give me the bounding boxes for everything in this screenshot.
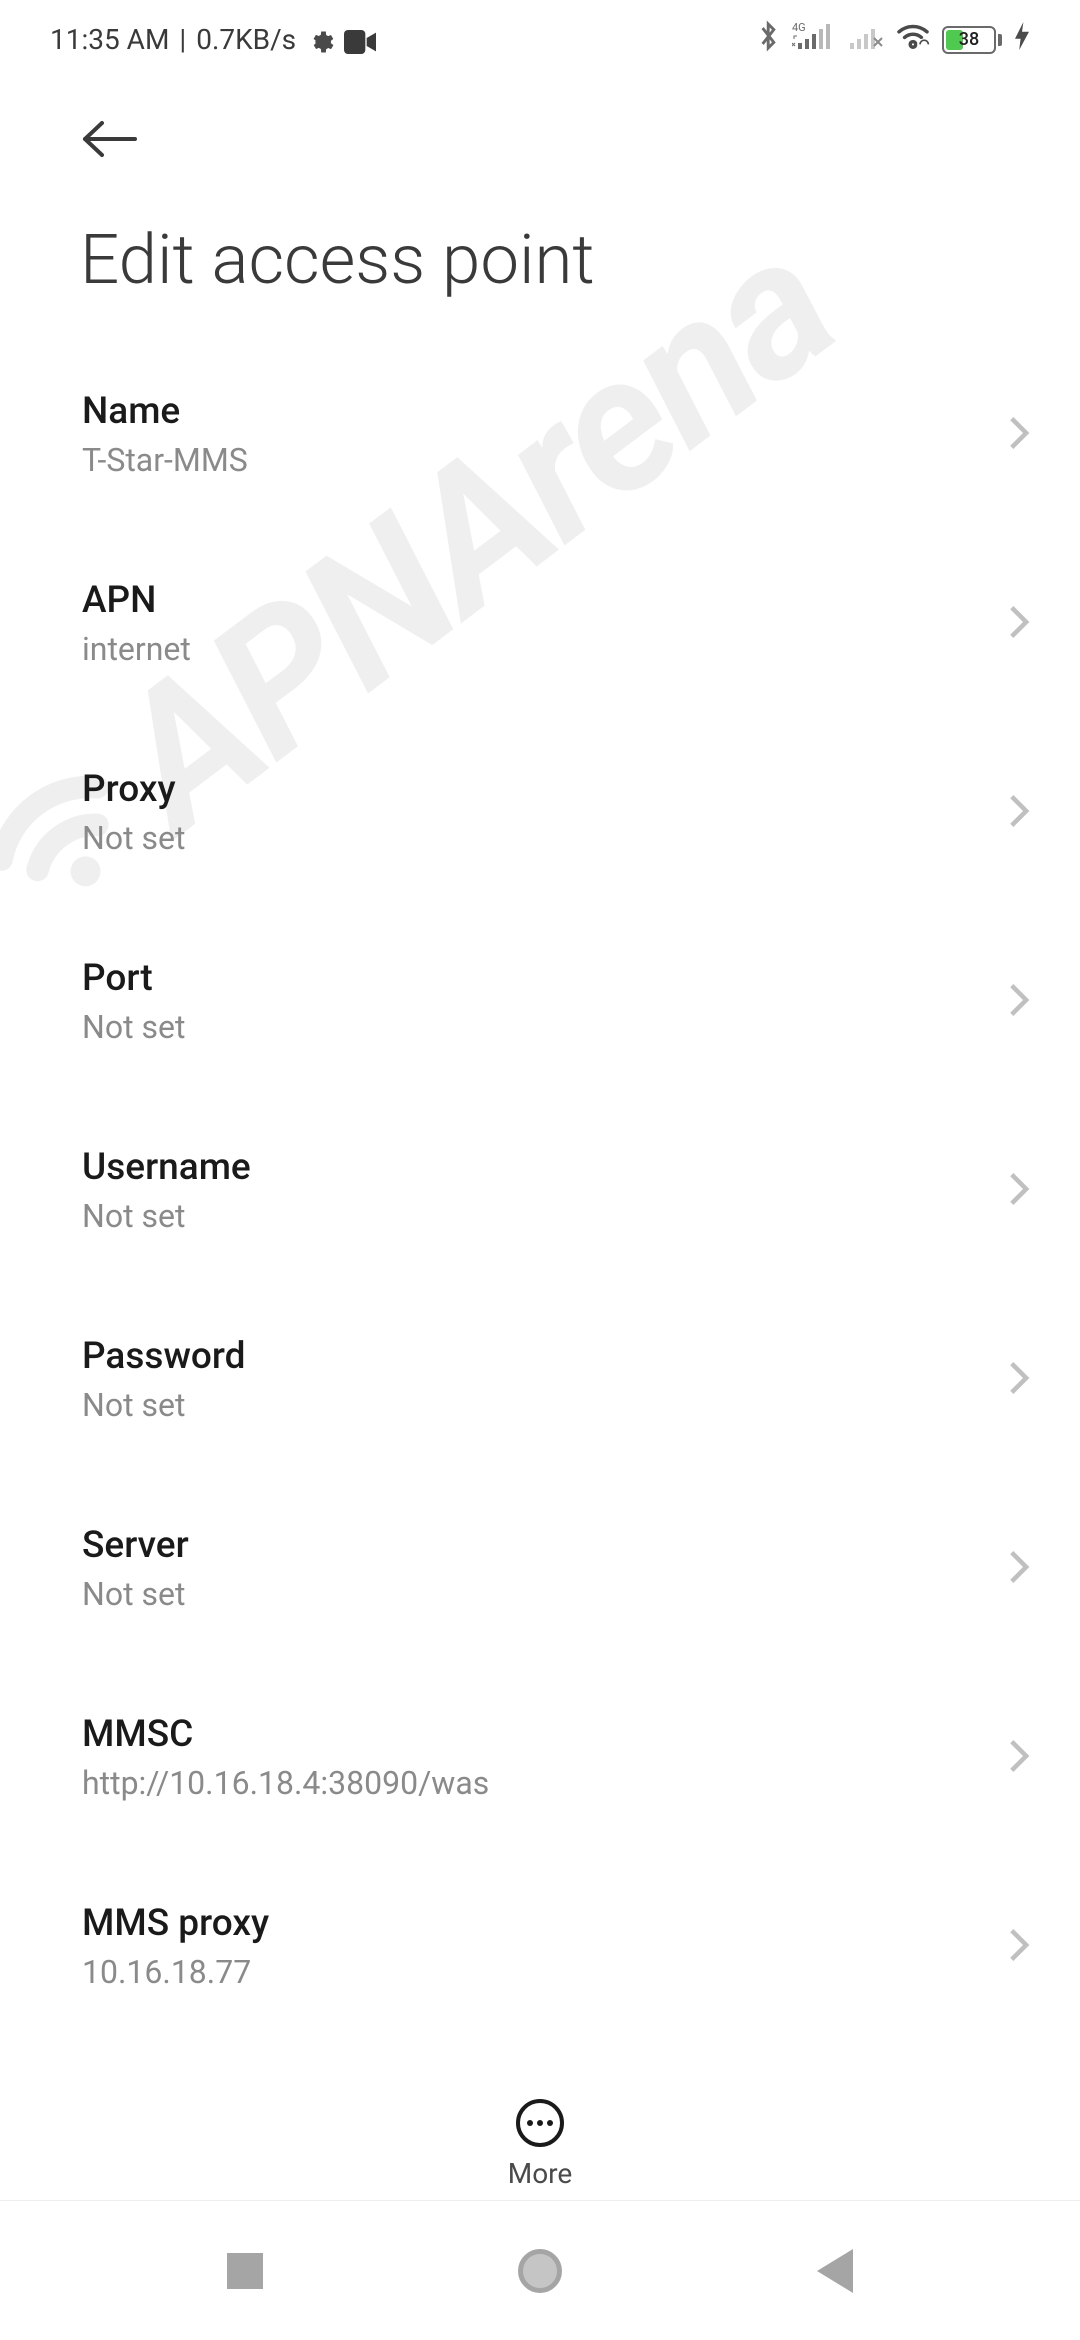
setting-value: 10.16.18.77 (82, 1953, 269, 1991)
setting-value: Not set (82, 1386, 245, 1424)
setting-label: MMSC (82, 1713, 489, 1756)
setting-row-mms-proxy[interactable]: MMS proxy 10.16.18.77 (0, 1852, 1080, 2011)
settings-gear-icon (306, 23, 334, 56)
setting-value: internet (82, 630, 191, 668)
back-button[interactable] (80, 119, 140, 159)
status-network-speed: 0.7KB/s (196, 23, 296, 56)
setting-value: http://10.16.18.4:38090/was (82, 1764, 489, 1802)
setting-row-username[interactable]: Username Not set (0, 1096, 1080, 1285)
setting-row-password[interactable]: Password Not set (0, 1285, 1080, 1474)
setting-label: Username (82, 1146, 251, 1189)
app-bar (0, 69, 1080, 169)
chevron-right-icon (1008, 793, 1030, 833)
setting-label: MMS proxy (82, 1902, 269, 1945)
signal-4g-icon: 4G (792, 21, 832, 58)
more-dots-icon (527, 2120, 533, 2126)
wifi-icon (896, 22, 930, 57)
bluetooth-icon (758, 20, 780, 59)
chevron-right-icon (1008, 604, 1030, 644)
status-right: 4G (758, 20, 1030, 59)
setting-label: Port (82, 957, 185, 1000)
setting-label: Proxy (82, 768, 185, 811)
chevron-right-icon (1008, 1360, 1030, 1400)
setting-value: Not set (82, 1575, 189, 1613)
setting-row-mmsc[interactable]: MMSC http://10.16.18.4:38090/was (0, 1663, 1080, 1852)
chevron-right-icon (1008, 1171, 1030, 1211)
setting-label: Password (82, 1335, 245, 1378)
setting-row-name[interactable]: Name T-Star-MMS (0, 340, 1080, 529)
video-camera-icon (344, 23, 376, 56)
setting-row-apn[interactable]: APN internet (0, 529, 1080, 718)
status-time: 11:35 AM (50, 23, 169, 56)
setting-value: Not set (82, 819, 185, 857)
nav-home-button[interactable] (518, 2249, 562, 2293)
more-button[interactable] (516, 2099, 564, 2147)
setting-value: Not set (82, 1008, 185, 1046)
chevron-right-icon (1008, 1549, 1030, 1589)
setting-value: Not set (82, 1197, 251, 1235)
system-nav-bar (0, 2200, 1080, 2340)
setting-label: Server (82, 1524, 189, 1567)
svg-text:4G: 4G (792, 21, 806, 34)
setting-label: APN (82, 579, 191, 622)
chevron-right-icon (1008, 1738, 1030, 1778)
status-bar: 11:35 AM | 0.7KB/s 4G (0, 0, 1080, 69)
page-title: Edit access point (0, 169, 1080, 340)
charging-bolt-icon (1014, 22, 1030, 57)
setting-value: T-Star-MMS (82, 441, 248, 479)
setting-row-port[interactable]: Port Not set (0, 907, 1080, 1096)
chevron-right-icon (1008, 415, 1030, 455)
setting-row-server[interactable]: Server Not set (0, 1474, 1080, 1663)
status-separator: | (179, 23, 186, 56)
setting-row-proxy[interactable]: Proxy Not set (0, 718, 1080, 907)
status-left: 11:35 AM | 0.7KB/s (50, 23, 376, 56)
chevron-right-icon (1008, 1927, 1030, 1967)
chevron-right-icon (1008, 982, 1030, 1022)
more-label: More (508, 2157, 573, 2190)
battery-icon: 38 (942, 26, 1002, 54)
arrow-left-icon (80, 119, 140, 159)
nav-recents-button[interactable] (227, 2253, 263, 2289)
setting-label: Name (82, 390, 248, 433)
settings-list: Name T-Star-MMS APN internet Proxy Not s… (0, 340, 1080, 2011)
more-bar: More (0, 2099, 1080, 2190)
nav-back-button[interactable] (817, 2249, 853, 2293)
signal-nosim-icon (844, 21, 884, 58)
